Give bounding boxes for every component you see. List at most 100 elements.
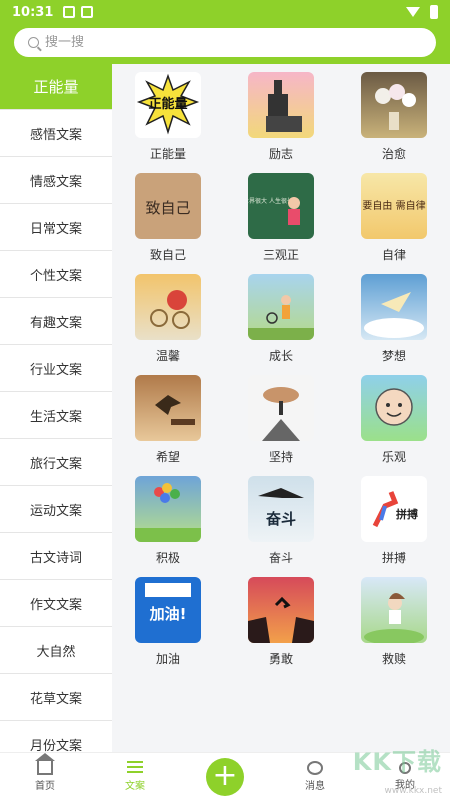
thumbnail-image: 要自由 需自律 [361, 173, 427, 239]
grid-item-yonggan[interactable]: 勇敢 [225, 577, 337, 678]
sidebar-item-richang[interactable]: 日常文案 [0, 204, 112, 251]
sidebar-item-label: 正能量 [33, 78, 79, 96]
grid-item-label: 救赎 [381, 652, 406, 666]
sidebar-item-lvxing[interactable]: 旅行文案 [0, 439, 112, 486]
grid-item-zhengnengliang[interactable]: 正能量 正能量 [112, 72, 224, 173]
tab-wenan[interactable]: 文案 [90, 753, 180, 800]
svg-text:致自己: 致自己 [145, 199, 190, 217]
grid-item-label: 加油 [155, 652, 180, 666]
grid-item-xiwang[interactable]: 希望 [112, 375, 224, 476]
grid-item-label: 温馨 [155, 349, 180, 363]
tab-label: 消息 [305, 781, 325, 792]
sidebar-item-label: 古文诗词 [29, 550, 82, 566]
grid-item-label: 希望 [155, 450, 180, 464]
list-icon [127, 761, 143, 775]
grid-item-label: 正能量 [149, 147, 186, 161]
sidebar-item-label: 大自然 [36, 644, 76, 660]
grid-item-label: 积极 [155, 551, 180, 565]
thumbnail-image [361, 577, 427, 643]
grid-item-label: 坚持 [268, 450, 293, 464]
tab-messages[interactable]: 消息 [270, 753, 360, 800]
thumbnail-image [248, 375, 314, 441]
grid-item-label: 拼搏 [381, 551, 406, 565]
sidebar-item-label: 花草文案 [29, 691, 82, 707]
grid-item-wenxin[interactable]: 温馨 [112, 274, 224, 375]
thumbnail-image [135, 375, 201, 441]
grid-item-zhiyu[interactable]: 治愈 [338, 72, 450, 173]
watermark: KK下载 [352, 748, 442, 776]
search-bar[interactable] [14, 28, 436, 57]
svg-text:正能量: 正能量 [148, 96, 187, 112]
tab-add[interactable]: + [180, 753, 270, 800]
grid-item-label: 勇敢 [268, 652, 293, 666]
sidebar-item-gexing[interactable]: 个性文案 [0, 251, 112, 298]
grid-item-jiji[interactable]: 积极 [112, 476, 224, 577]
sidebar-item-ganwu[interactable]: 感悟文案 [0, 110, 112, 157]
sidebar-item-label: 日常文案 [29, 221, 82, 237]
sidebar-item-daziran[interactable]: 大自然 [0, 627, 112, 674]
category-grid: 正能量 正能量 励志 治愈 致自己 致自己 世界很大 人生很长 三观正 要自由 … [112, 64, 450, 678]
sidebar-item-youqu[interactable]: 有趣文案 [0, 298, 112, 345]
grid-item-fendou[interactable]: 奋斗 奋斗 [225, 476, 337, 577]
sidebar-item-zuowen[interactable]: 作文文案 [0, 580, 112, 627]
grid-item-jiayou[interactable]: 加油! 加油 [112, 577, 224, 678]
grid-item-jiushu[interactable]: 救赎 [338, 577, 450, 678]
home-icon [35, 753, 55, 775]
status-bar: 10:31 [0, 0, 450, 24]
grid-item-leguan[interactable]: 乐观 [338, 375, 450, 476]
sidebar-item-label: 作文文案 [29, 597, 82, 613]
grid-item-zhiziji[interactable]: 致自己 致自己 [112, 173, 224, 274]
wifi-icon [406, 7, 420, 17]
svg-text:加油!: 加油! [149, 605, 187, 623]
thumbnail-image: 拼搏 [361, 476, 427, 542]
status-time: 10:31 [12, 4, 54, 20]
sidebar-item-yundong[interactable]: 运动文案 [0, 486, 112, 533]
sidebar-item-label: 个性文案 [29, 268, 82, 284]
app-notification-icon [81, 6, 94, 18]
sidebar-item-label: 行业文案 [29, 362, 82, 378]
thumbnail-image: 致自己 [135, 173, 201, 239]
thumbnail-image [361, 375, 427, 441]
sidebar-item-label: 运动文案 [29, 503, 82, 519]
tab-home[interactable]: 首页 [0, 753, 90, 800]
grid-item-label: 治愈 [381, 147, 406, 161]
thumbnail-image [248, 274, 314, 340]
grid-item-lizhi[interactable]: 励志 [225, 72, 337, 173]
grid-item-zilv[interactable]: 要自由 需自律 自律 [338, 173, 450, 274]
sidebar-item-label: 旅行文案 [29, 456, 82, 472]
svg-text:世界很大 人生很长: 世界很大 人生很长 [248, 197, 293, 205]
message-icon [307, 761, 323, 775]
search-input[interactable] [45, 35, 385, 50]
sidebar-item-hangye[interactable]: 行业文案 [0, 345, 112, 392]
thumbnail-image: 正能量 [135, 72, 201, 138]
sidebar-item-qinggan[interactable]: 情感文案 [0, 157, 112, 204]
svg-text:拼搏: 拼搏 [396, 507, 418, 521]
grid-item-mengxiang[interactable]: 梦想 [338, 274, 450, 375]
grid-item-label: 三观正 [262, 248, 299, 262]
add-button[interactable]: + [206, 757, 244, 796]
grid-item-pinbo[interactable]: 拼搏 拼搏 [338, 476, 450, 577]
thumbnail-image [248, 72, 314, 138]
grid-item-chengzhang[interactable]: 成长 [225, 274, 337, 375]
sidebar-item-label: 情感文案 [29, 174, 82, 190]
sidebar-item-label: 月份文案 [29, 738, 82, 753]
grid-item-label: 奋斗 [268, 551, 293, 565]
image-notification-icon [63, 6, 76, 18]
sidebar-item-label: 生活文案 [29, 409, 82, 425]
grid-item-jianchi[interactable]: 坚持 [225, 375, 337, 476]
grid-item-sanguanzheng[interactable]: 世界很大 人生很长 三观正 [225, 173, 337, 274]
sidebar-item-label: 感悟文案 [29, 127, 82, 143]
sidebar-item-label: 有趣文案 [29, 315, 82, 331]
svg-text:要自由 需自律: 要自由 需自律 [362, 199, 425, 212]
grid-item-label: 乐观 [381, 450, 406, 464]
thumbnail-image [135, 476, 201, 542]
sidebar-item-shenghuo[interactable]: 生活文案 [0, 392, 112, 439]
sidebar-item-zhengnengliang[interactable]: 正能量 [0, 64, 112, 110]
thumbnail-image [361, 72, 427, 138]
thumbnail-image: 世界很大 人生很长 [248, 173, 314, 239]
sidebar-item-yuefen[interactable]: 月份文案 [0, 721, 112, 753]
sidebar-item-huacao[interactable]: 花草文案 [0, 674, 112, 721]
category-grid-panel: 正能量 正能量 励志 治愈 致自己 致自己 世界很大 人生很长 三观正 要自由 … [112, 64, 450, 752]
grid-item-label: 致自己 [149, 248, 186, 262]
sidebar-item-guwen[interactable]: 古文诗词 [0, 533, 112, 580]
